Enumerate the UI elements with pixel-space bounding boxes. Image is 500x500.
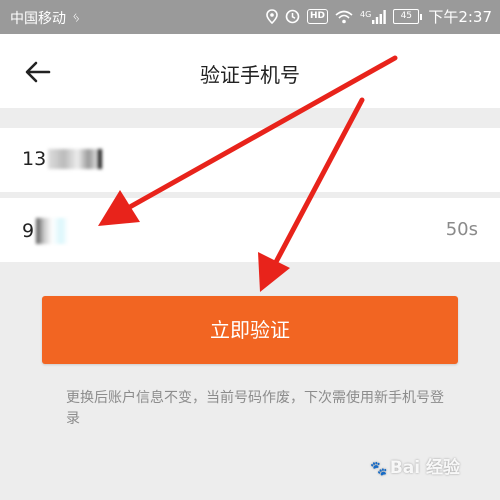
carrier-label: 中国移动 bbox=[10, 11, 66, 27]
wifi-icon bbox=[335, 10, 353, 24]
verify-now-button[interactable]: 立即验证 bbox=[42, 296, 458, 364]
network-type-label: 4G bbox=[360, 9, 372, 19]
phone-number-prefix: 13 bbox=[22, 148, 47, 170]
watermark-text: Bai 经验 bbox=[389, 458, 460, 478]
verification-code-redacted bbox=[36, 218, 83, 244]
location-icon bbox=[266, 9, 278, 24]
clock: 下午2:37 bbox=[428, 8, 492, 26]
status-left: 中国移动 ᛃ bbox=[10, 8, 80, 28]
phone-number-redacted bbox=[48, 149, 103, 169]
status-bar: 中国移动 ᛃ HD 4G 45 下午2:37 bbox=[0, 0, 500, 34]
verification-code-prefix: 9 bbox=[22, 220, 35, 242]
verification-code-field[interactable]: 9 50s bbox=[0, 198, 500, 262]
baidu-jingyan-watermark: 🐾 Bai 经验 bbox=[370, 453, 460, 478]
signal-icon: 4G bbox=[360, 9, 387, 24]
phone-number-field[interactable]: 13 bbox=[0, 128, 500, 192]
phone-number-value: 13 bbox=[22, 148, 103, 170]
hd-icon: HD bbox=[307, 9, 329, 24]
battery-icon: 45 bbox=[393, 9, 423, 24]
resend-countdown[interactable]: 50s bbox=[446, 219, 478, 240]
alarm-icon bbox=[285, 9, 300, 24]
carrier-app-icon: ᛃ bbox=[72, 10, 81, 26]
notice-text: 更换后账户信息不变，当前号码作废，下次需使用新手机号登录 bbox=[66, 390, 444, 427]
page-title: 验证手机号 bbox=[200, 63, 300, 87]
header-bar: 验证手机号 bbox=[0, 34, 500, 108]
status-right: HD 4G 45 下午2:37 bbox=[266, 6, 492, 27]
app-screen: 中国移动 ᛃ HD 4G 45 下午2:37 验证手机号 13 9 50s 立即… bbox=[0, 0, 500, 500]
verification-code-value: 9 bbox=[22, 218, 83, 244]
paw-icon: 🐾 bbox=[370, 461, 388, 477]
